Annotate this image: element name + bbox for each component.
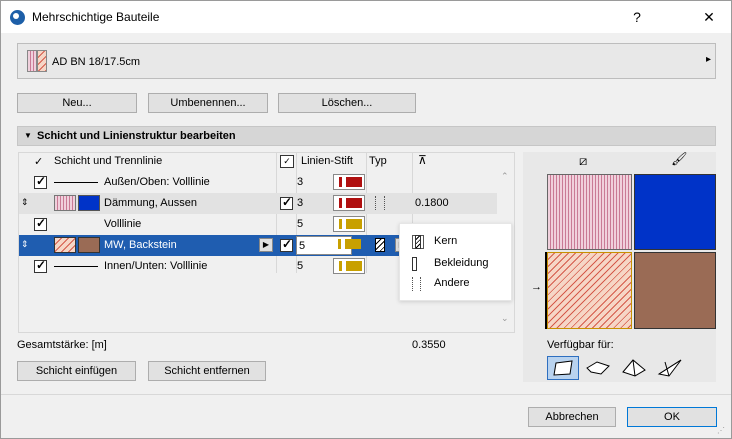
pen-swatch[interactable] [333, 258, 365, 274]
arrow-right-icon: → [531, 281, 542, 293]
row-pen: 5 [297, 218, 304, 230]
section-title: Schicht und Linienstruktur bearbeiten [37, 130, 236, 142]
row-enabled-checkbox[interactable] [280, 195, 293, 210]
resize-grip-icon[interactable]: ⋰ [717, 426, 725, 435]
section-header[interactable]: ▼ Schicht und Linienstruktur bearbeiten [17, 126, 716, 146]
check-all-icon[interactable]: ✓ [34, 155, 43, 168]
line-sample [54, 182, 98, 183]
new-button[interactable]: Neu... [17, 93, 137, 113]
menu-item-other[interactable]: Andere [408, 275, 503, 293]
scroll-down-icon[interactable]: ⌄ [501, 313, 509, 324]
pen-swatch[interactable] [333, 216, 365, 232]
app-icon [10, 10, 25, 25]
row-visible-checkbox[interactable] [34, 216, 47, 231]
total-label: Gesamtstärke: [m] [17, 339, 107, 351]
remove-layer-button[interactable]: Schicht entfernen [148, 361, 266, 381]
header-pen: Linien-Stift [301, 155, 353, 167]
row-label: Volllinie [104, 218, 142, 230]
row-pen: 5 [297, 260, 304, 272]
preview-brick-color [634, 252, 716, 329]
delete-button[interactable]: Löschen... [278, 93, 416, 113]
other-type-icon[interactable] [375, 196, 385, 210]
line-sample [54, 266, 98, 267]
cancel-button[interactable]: Abbrechen [528, 407, 616, 427]
preview-insulation-hatch [547, 174, 632, 250]
total-value: 0.3550 [412, 339, 446, 351]
menu-item-cladding[interactable]: Bekleidung [408, 255, 503, 273]
selected-layer-marker [545, 252, 547, 329]
composite-selector[interactable]: AD BN 18/17.5cm ▸ [17, 43, 716, 79]
chevron-right-icon: ▸ [706, 54, 712, 65]
shell-icon[interactable] [655, 356, 687, 380]
composite-name: AD BN 18/17.5cm [52, 56, 141, 68]
table-row[interactable]: Außen/Oben: Volllinie 3 [19, 172, 497, 193]
scroll-up-icon[interactable]: ⌃ [501, 171, 509, 182]
fill-swatch[interactable] [54, 237, 76, 253]
title-bar: Mehrschichtige Bauteile ? ✕ [1, 1, 731, 33]
fill-menu-button[interactable]: ▶ [259, 238, 273, 252]
table-header: ✓ Schicht und Trennlinie ✓ Linien-Stift … [19, 153, 497, 172]
roof-icon[interactable] [619, 356, 651, 380]
rename-button[interactable]: Umbenennen... [148, 93, 268, 113]
row-visible-checkbox[interactable] [34, 174, 47, 189]
close-button[interactable]: ✕ [697, 7, 721, 27]
pen-swatch[interactable] [333, 174, 365, 190]
preview-brick-hatch [547, 252, 632, 329]
help-button[interactable]: ? [625, 7, 649, 27]
pen-swatch[interactable] [333, 195, 365, 211]
row-label: Dämmung, Aussen [104, 197, 197, 209]
row-enabled-checkbox[interactable]: ✓ [280, 237, 293, 252]
structure-preview [545, 174, 716, 329]
composite-preview-pink [27, 50, 37, 72]
row-label: Innen/Unten: Volllinie [104, 260, 208, 272]
row-visible-checkbox[interactable] [34, 258, 47, 273]
core-type-icon[interactable] [375, 238, 385, 252]
pen-swatch[interactable] [333, 237, 365, 253]
composite-preview-diag [37, 50, 47, 72]
wall-icon[interactable] [547, 356, 579, 380]
fill-swatch[interactable] [54, 195, 76, 211]
window-title: Mehrschichtige Bauteile [32, 10, 160, 24]
color-swatch[interactable] [78, 237, 100, 253]
table-row[interactable]: ⇕ Dämmung, Aussen 3 0.1800 [19, 193, 497, 214]
row-pen: 3 [297, 176, 304, 188]
insert-layer-button[interactable]: Schicht einfügen [17, 361, 136, 381]
header-layer: Schicht und Trennlinie [54, 155, 163, 167]
row-thickness[interactable]: 0.1800 [415, 197, 449, 209]
dialog-window: Mehrschichtige Bauteile ? ✕ AD BN 18/17.… [0, 0, 732, 439]
drag-handle-icon[interactable]: ⇕ [21, 197, 29, 208]
row-pen: 3 [297, 197, 304, 209]
menu-item-core[interactable]: Kern [408, 233, 503, 251]
header-check-icon[interactable]: ✓ [280, 155, 294, 168]
row-label: MW, Backstein [104, 239, 177, 251]
type-popup-menu: Kern Bekleidung Andere [399, 223, 512, 301]
available-label: Verfügbar für: [547, 339, 614, 351]
color-swatch[interactable] [78, 195, 100, 211]
hatch-view-icon: ⧄ [579, 153, 588, 168]
drag-handle-icon[interactable]: ⇕ [21, 239, 29, 250]
slab-icon[interactable] [583, 356, 615, 380]
ok-button[interactable]: OK [627, 407, 717, 427]
preview-insulation-color [634, 174, 716, 250]
header-type: Typ [369, 155, 387, 167]
row-label: Außen/Oben: Volllinie [104, 176, 210, 188]
thickness-icon: ⊼ [418, 153, 427, 167]
paint-brush-icon: 🖌 [671, 151, 688, 166]
collapse-triangle-icon[interactable]: ▼ [24, 131, 32, 140]
